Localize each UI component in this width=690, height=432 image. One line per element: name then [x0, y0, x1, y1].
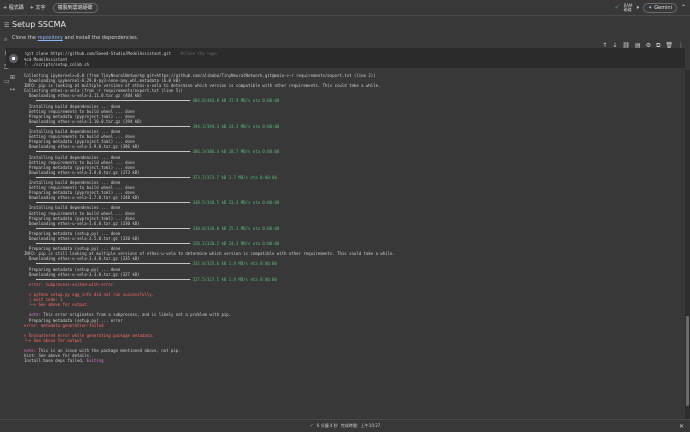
error-see-above-2: ╰─> See above for output. [24, 337, 85, 343]
error-see-above: ╰─> See above for output. [24, 302, 90, 308]
add-text-label: + 文字 [29, 5, 46, 11]
fail-text: Install base deps failed, [24, 358, 87, 364]
code-line-1: !git clone https://github.com/Seeed-Stud… [24, 51, 171, 56]
progress-stats: 327.5/327.5 kB 1.8 MB/s eta 0:00:00 [192, 276, 277, 282]
progress-stats: 394.3/394.3 kB 24.3 MB/s eta 0:00:00 [192, 123, 280, 129]
desc-pre: Clone the [12, 35, 38, 41]
section-description: Clone the repository and install the dep… [12, 35, 138, 41]
repository-link[interactable]: repository [38, 35, 63, 41]
code-line-1-comment: #clone the repo [180, 51, 217, 56]
resource-monitor[interactable]: RAM 磁碟 [623, 3, 633, 12]
connected-check-icon: ✓ [614, 4, 620, 11]
runtime-dropdown-icon[interactable]: ▾ [636, 5, 639, 11]
output-menu-icon[interactable]: ⊞ [10, 74, 15, 81]
gemini-button[interactable]: ✦ Gemini [642, 2, 677, 13]
code-line-2: %cd ModelAssistant [24, 56, 68, 62]
search-icon[interactable]: ⌕ [4, 36, 7, 44]
error-metadata: error: metadata-generation-failed [24, 323, 103, 328]
toc-icon[interactable]: ☰ [4, 22, 9, 29]
copy-to-drive-label: 複製到雲端硬碟 [57, 5, 93, 11]
disk-label: 磁碟 [623, 6, 632, 12]
output-actions: ⊞ ↦ [10, 74, 15, 93]
gemini-sparkle-icon: ✦ [647, 4, 653, 11]
add-text-button[interactable]: + 文字 [27, 2, 49, 13]
stop-icon [12, 57, 15, 60]
toolbar-divider [0, 15, 690, 16]
gemini-label: Gemini [654, 4, 672, 11]
fail-line: Install base deps failed, Exiting [24, 358, 103, 363]
progress-stats: 330.0/330.0 kB 25.3 MB/s eta 0:00:00 [192, 225, 280, 231]
add-code-label: + 程式碼 [3, 5, 24, 11]
add-code-button[interactable]: + 程式碼 [0, 2, 27, 13]
files-folder-icon[interactable]: ▭ [4, 78, 10, 85]
scrollbar-thumb[interactable] [686, 316, 689, 406]
section-title: Setup SSCMA [12, 20, 66, 29]
progress-stats: 404.8/404.8 kB 37.9 MB/s eta 0:00:00 [192, 98, 280, 104]
stop-execution-button[interactable] [9, 54, 18, 63]
error-subprocess: error: subprocess-exited-with-error [24, 281, 114, 287]
completed-time: 完成時間：上午10:27 [340, 423, 381, 428]
cell-output: Collecting ipykernel>=6.0 (from TinyNeur… [24, 73, 395, 363]
code-editor[interactable]: !git clone https://github.com/Seeed-Stud… [24, 51, 217, 68]
exiting-text: Exiting [86, 358, 104, 364]
copy-to-drive-button[interactable]: 複製到雲端硬碟 [52, 2, 98, 13]
status-check-icon: ✓ [309, 423, 314, 429]
collapse-icon[interactable]: ⌃ [681, 4, 686, 11]
progress-stats: 348.5/348.5 kB 23.3 MB/s eta 0:00:00 [192, 200, 280, 206]
desc-post: and install the dependencies. [62, 35, 139, 41]
notebook-toolbar: + 程式碼 + 文字 複製到雲端硬碟 ✓ RAM 磁碟 ▾ ✦ Gemini ⌃ [0, 0, 690, 15]
error-label: error: [24, 322, 39, 328]
progress-stats: 335.0/335.0 kB 1.8 MB/s eta 0:00:00 [192, 261, 277, 267]
clear-output-icon[interactable]: ↦ [10, 86, 15, 93]
error-text: metadata-generation-failed [38, 322, 104, 328]
progress-stats: 320.2/320.2 kB 24.3 MB/s eta 0:00:00 [192, 241, 280, 247]
progress-stats: 386.3/386.3 kB 28.7 MB/s eta 0:00:00 [192, 149, 280, 155]
code-line-3: !. ./scripts/setup_colab.sh [24, 62, 90, 67]
progress-stats: 373.7/373.7 kB 1.7 MB/s eta 0:00:00 [192, 174, 277, 180]
elapsed-time: 6 分鐘 4 秒 [316, 423, 338, 428]
close-status-icon[interactable]: ✕ [679, 423, 684, 430]
status-bar: ✓ 6 分鐘 4 秒 完成時間：上午10:27 ✕ [0, 419, 690, 432]
